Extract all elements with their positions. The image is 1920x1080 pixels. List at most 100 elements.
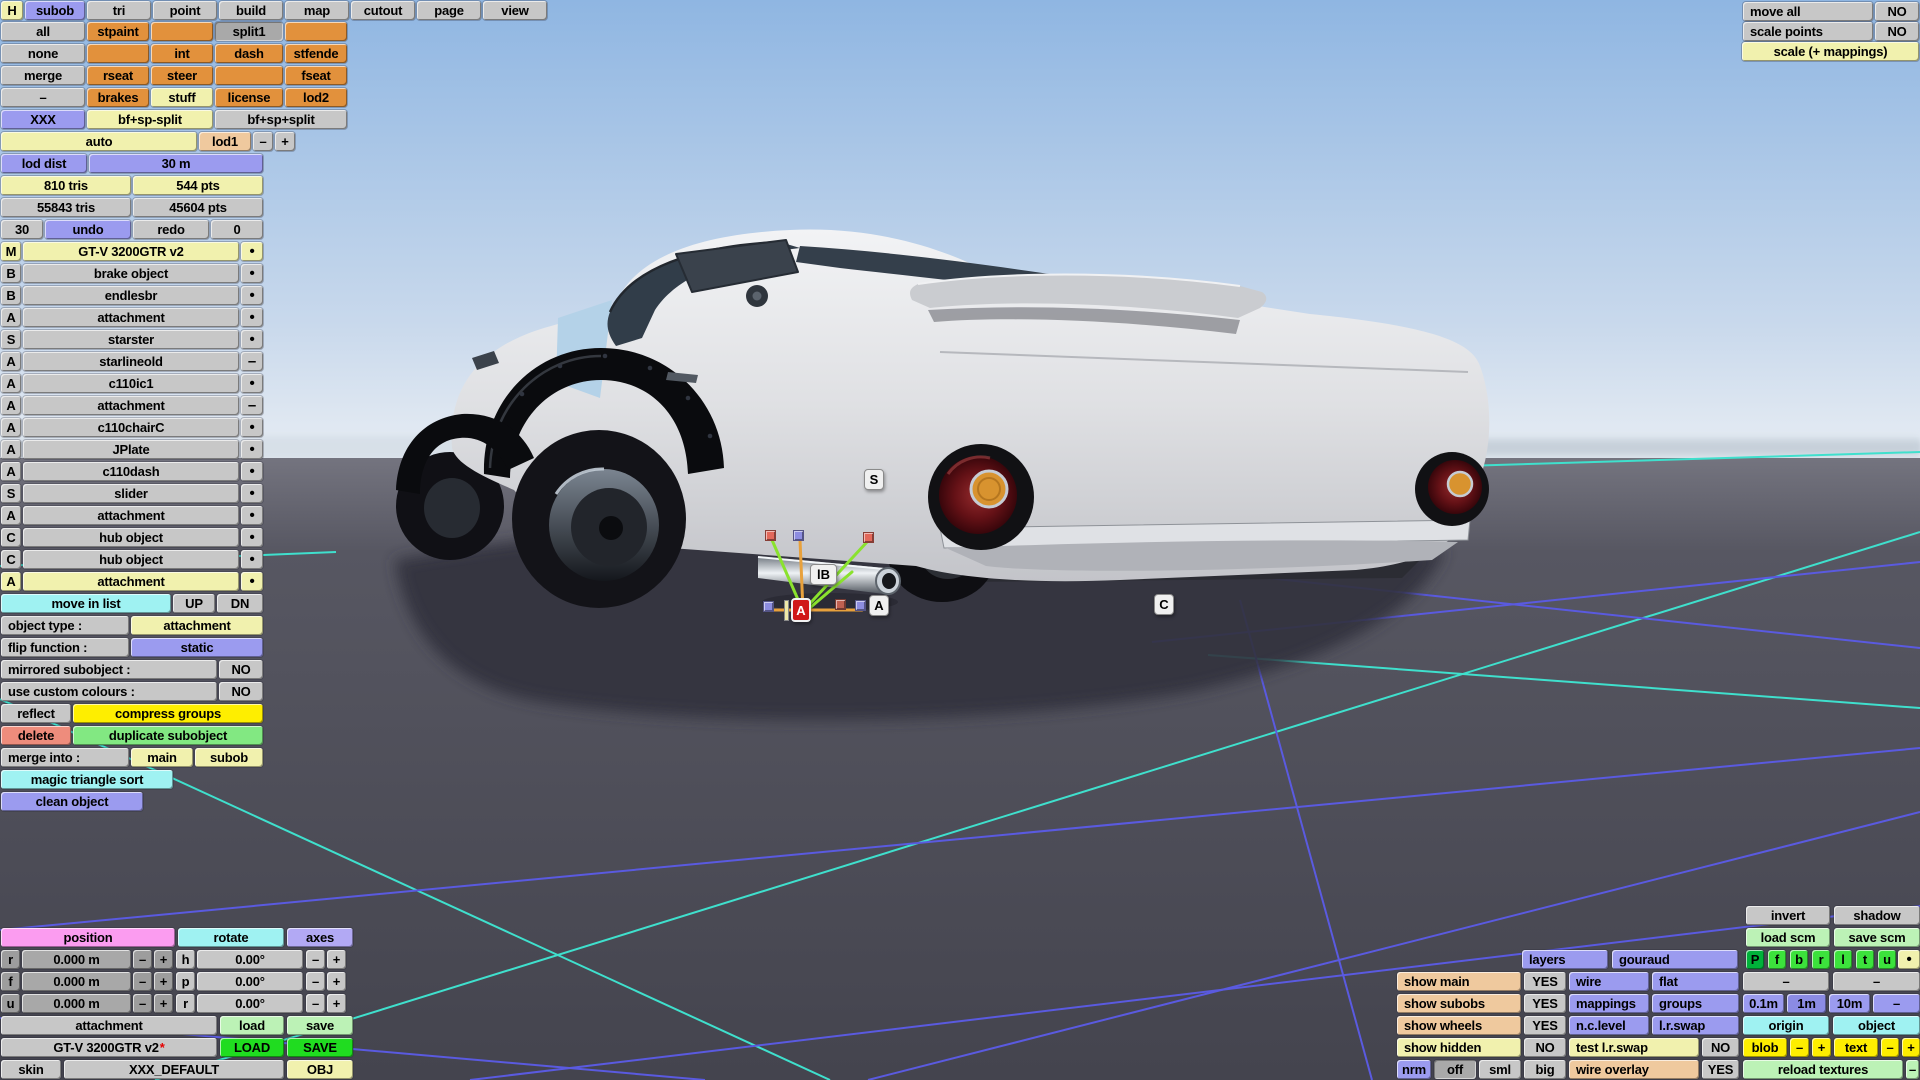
menu-page[interactable]: page	[417, 1, 481, 20]
object-row-name[interactable]: starster	[23, 330, 239, 349]
filter-steer[interactable]: steer	[151, 66, 213, 85]
menu-build[interactable]: build	[219, 1, 283, 20]
object-row-name[interactable]: JPlate	[23, 440, 239, 459]
render-dash-button[interactable]: –	[1743, 972, 1829, 991]
load-object-button[interactable]: load	[220, 1016, 284, 1035]
compress-groups-button[interactable]: compress groups	[73, 704, 263, 723]
flat-button[interactable]: flat	[1652, 972, 1739, 991]
move-down-button[interactable]: DN	[217, 594, 263, 613]
grid-10m-button[interactable]: 10m	[1829, 994, 1870, 1013]
object-row-visibility[interactable]: •	[241, 440, 263, 459]
blob-minus-button[interactable]: –	[1790, 1038, 1809, 1057]
object-row-type[interactable]: C	[1, 528, 21, 547]
filter-slot-3[interactable]	[87, 44, 149, 63]
rotate-plus-button[interactable]: +	[327, 994, 346, 1013]
groups-button[interactable]: groups	[1652, 994, 1739, 1013]
object-row-name[interactable]: c110dash	[23, 462, 239, 481]
handle-point[interactable]	[855, 600, 866, 611]
lod1-button[interactable]: lod1	[199, 132, 251, 151]
object-row-visibility[interactable]: –	[241, 396, 263, 415]
rotate-value-field[interactable]: 0.00°	[197, 994, 303, 1013]
nrm-big-button[interactable]: big	[1524, 1060, 1566, 1079]
position-value-field[interactable]: 0.000 m	[22, 972, 131, 991]
rotate-plus-button[interactable]: +	[327, 950, 346, 969]
scale-points-toggle[interactable]: NO	[1875, 22, 1919, 41]
lod-dist-label[interactable]: lod dist	[1, 154, 87, 173]
menu-h[interactable]: H	[1, 1, 23, 20]
model-name-field[interactable]: GT-V 3200GTR v2*	[1, 1038, 217, 1057]
object-row-visibility[interactable]: •	[241, 506, 263, 525]
position-minus-button[interactable]: –	[133, 972, 152, 991]
duplicate-subobject-button[interactable]: duplicate subobject	[73, 726, 263, 745]
object-row-type[interactable]: A	[1, 418, 21, 437]
custom-colours-toggle[interactable]: NO	[219, 682, 263, 701]
object-row-type[interactable]: A	[1, 352, 21, 371]
channel-p-button[interactable]: P	[1746, 950, 1764, 969]
filter-xxx[interactable]: XXX	[1, 110, 85, 129]
save-scm-button[interactable]: save scm	[1834, 928, 1920, 947]
blob-plus-button[interactable]: +	[1812, 1038, 1831, 1057]
shadow-button[interactable]: shadow	[1834, 906, 1920, 925]
object-row-type[interactable]: S	[1, 330, 21, 349]
object-row-type[interactable]: B	[1, 264, 21, 283]
gouraud-button[interactable]: gouraud	[1612, 950, 1738, 969]
position-plus-button[interactable]: +	[154, 950, 173, 969]
wire-button[interactable]: wire	[1569, 972, 1649, 991]
filter-minus[interactable]: –	[1, 88, 85, 107]
text-label[interactable]: text	[1834, 1038, 1878, 1057]
merge-into-subob-button[interactable]: subob	[195, 748, 263, 767]
blob-label[interactable]: blob	[1743, 1038, 1787, 1057]
viewport-3d[interactable]	[0, 0, 1920, 1080]
menu-tri[interactable]: tri	[87, 1, 151, 20]
object-row-type[interactable]: A	[1, 440, 21, 459]
delete-button[interactable]: delete	[1, 726, 71, 745]
object-row-type-selected[interactable]: A	[1, 572, 21, 591]
filter-lod2[interactable]: lod2	[285, 88, 347, 107]
object-row-name[interactable]: attachment	[23, 308, 239, 327]
menu-subob[interactable]: subob	[25, 1, 85, 20]
filter-dash[interactable]: dash	[215, 44, 283, 63]
filter-fseat[interactable]: fseat	[285, 66, 347, 85]
position-minus-button[interactable]: –	[133, 950, 152, 969]
load-scm-button[interactable]: load scm	[1746, 928, 1830, 947]
object-button[interactable]: object	[1833, 1016, 1920, 1035]
handle-point[interactable]	[835, 599, 846, 610]
redo-button[interactable]: redo	[133, 220, 209, 239]
rotate-minus-button[interactable]: –	[306, 972, 325, 991]
filter-none[interactable]: none	[1, 44, 85, 63]
axes-header[interactable]: axes	[287, 928, 353, 947]
object-row-name[interactable]: GT-V 3200GTR v2	[23, 242, 239, 261]
skin-value[interactable]: XXX_DEFAULT	[64, 1060, 284, 1079]
object-row-visibility[interactable]: •	[241, 308, 263, 327]
filter-int[interactable]: int	[151, 44, 213, 63]
position-value-field[interactable]: 0.000 m	[22, 950, 131, 969]
object-row-name[interactable]: brake object	[23, 264, 239, 283]
magic-triangle-sort-button[interactable]: magic triangle sort	[1, 770, 173, 789]
object-row-type[interactable]: C	[1, 550, 21, 569]
channel-u-button[interactable]: u	[1878, 950, 1896, 969]
test-lr-swap-toggle[interactable]: NO	[1702, 1038, 1739, 1057]
object-row-visibility[interactable]: •	[241, 484, 263, 503]
channel-f-button[interactable]: f	[1768, 950, 1786, 969]
marker-badge-lb[interactable]: lB	[810, 564, 837, 585]
object-row-visibility[interactable]: •	[241, 374, 263, 393]
text-minus-button[interactable]: –	[1881, 1038, 1899, 1057]
object-row-visibility[interactable]: –	[241, 352, 263, 371]
object-row-name[interactable]: c110ic1	[23, 374, 239, 393]
undo-button[interactable]: undo	[45, 220, 131, 239]
clean-object-button[interactable]: clean object	[1, 792, 143, 811]
origin-button[interactable]: origin	[1743, 1016, 1829, 1035]
position-minus-button[interactable]: –	[133, 994, 152, 1013]
rotate-minus-button[interactable]: –	[306, 994, 325, 1013]
object-row-type[interactable]: A	[1, 462, 21, 481]
object-row-name-selected[interactable]: attachment	[23, 572, 239, 591]
channel-b-button[interactable]: b	[1790, 950, 1808, 969]
channel-r-button[interactable]: r	[1812, 950, 1830, 969]
move-all-toggle[interactable]: NO	[1875, 2, 1919, 21]
filter-slot-4[interactable]	[215, 66, 283, 85]
filter-stfende[interactable]: stfende	[285, 44, 347, 63]
nrm-sml-button[interactable]: sml	[1479, 1060, 1521, 1079]
show-main-toggle[interactable]: YES	[1524, 972, 1566, 991]
rotate-value-field[interactable]: 0.00°	[197, 972, 303, 991]
object-row-name[interactable]: starlineold	[23, 352, 239, 371]
